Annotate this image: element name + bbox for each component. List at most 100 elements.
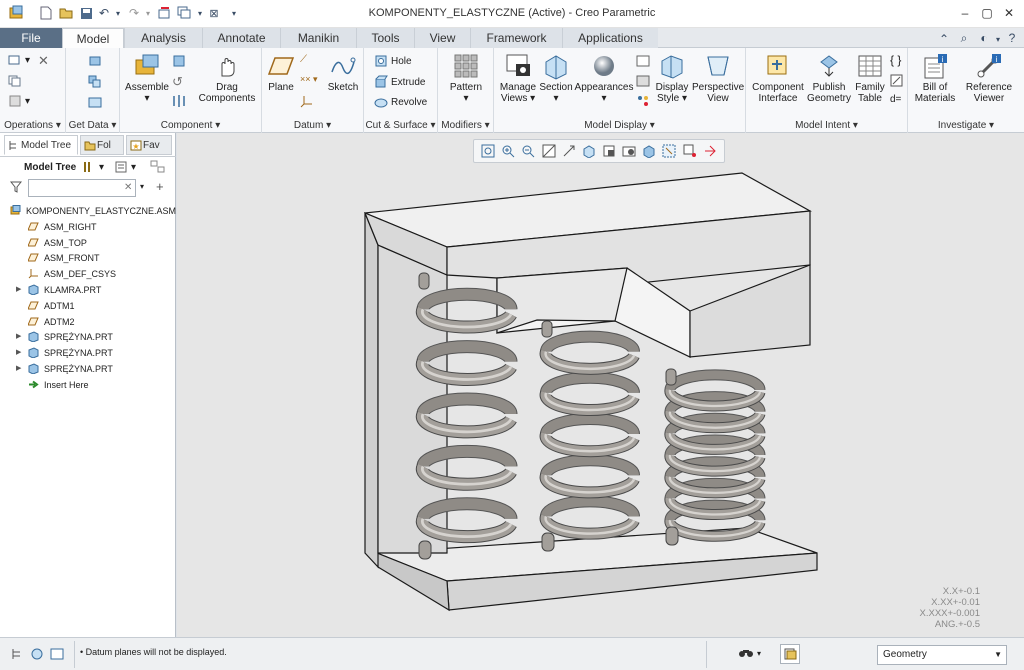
selection-filter-icon[interactable]: [780, 644, 800, 664]
tab-manikin[interactable]: Manikin: [280, 28, 356, 48]
copy-icon[interactable]: [8, 75, 22, 87]
section-button[interactable]: Section ▾: [538, 52, 574, 104]
svg-text:★: ★: [132, 142, 139, 151]
clear-search-icon[interactable]: ✕: [124, 182, 132, 193]
tree-search-input[interactable]: [28, 179, 136, 197]
tab-model-tree[interactable]: Model Tree: [4, 135, 78, 155]
tolerance-2: X.XX+-0.01: [931, 597, 980, 608]
group-label-cut-surface[interactable]: Cut & Surface ▾: [364, 120, 437, 131]
section-icon: [545, 55, 567, 80]
relations-icon[interactable]: { }: [890, 53, 901, 67]
tab-view[interactable]: View: [414, 28, 470, 48]
browser-icon[interactable]: [30, 647, 44, 661]
appearances-button[interactable]: Appearances ▾: [574, 52, 634, 104]
tab-annotate[interactable]: Annotate: [202, 28, 280, 48]
paste-icon[interactable]: ▾: [8, 95, 30, 107]
group-label-model-intent[interactable]: Model Intent ▾: [746, 120, 907, 131]
expand-arrow-icon[interactable]: ▶: [16, 361, 21, 377]
tree-filter-options-icon[interactable]: [150, 160, 166, 174]
assembly-model[interactable]: [177, 133, 1024, 637]
display-icon-1[interactable]: [636, 54, 650, 68]
show-navigator-icon[interactable]: [10, 647, 24, 661]
close-button[interactable]: ✕: [997, 4, 1021, 22]
graphics-viewport[interactable]: X.X+-0.1 X.XX+-0.01 X.XXX+-0.001 ANG.+-0…: [177, 133, 1024, 637]
regenerate-button[interactable]: ▾: [8, 54, 30, 66]
tab-framework[interactable]: Framework: [470, 28, 562, 48]
extrude-button[interactable]: Extrude: [374, 75, 425, 89]
tree-item-label: ASM_TOP: [44, 237, 87, 248]
create-component-icon[interactable]: [172, 54, 186, 68]
mirror-component-icon[interactable]: [172, 94, 186, 108]
help-icon[interactable]: ?: [1004, 30, 1020, 46]
reference-viewer-button[interactable]: i Reference Viewer: [960, 52, 1018, 104]
parameters-icon[interactable]: [890, 74, 903, 87]
sketch-button[interactable]: Sketch: [324, 52, 362, 93]
tab-favorites[interactable]: ★ Fav: [126, 135, 172, 155]
user-defined-feature-icon[interactable]: [88, 54, 102, 68]
tree-settings-button[interactable]: ▾: [82, 160, 104, 174]
copy-geometry-icon[interactable]: [88, 75, 102, 89]
display-style-button[interactable]: Display Style ▾: [652, 52, 692, 104]
tab-folder-browser[interactable]: Fol: [80, 135, 124, 155]
group-label-datum[interactable]: Datum ▾: [262, 120, 363, 131]
datum-point-icon[interactable]: ×× ▾: [300, 74, 318, 85]
ribbon-tabs: File Model Analysis Annotate Manikin Too…: [0, 28, 1024, 49]
search-dropdown-icon[interactable]: ▾: [140, 182, 144, 191]
pattern-icon: [454, 54, 478, 78]
drag-components-button[interactable]: Drag Components: [196, 52, 258, 104]
filter-funnel-icon[interactable]: [10, 181, 22, 193]
tab-tools[interactable]: Tools: [356, 28, 414, 48]
equation-icon[interactable]: d=: [890, 94, 901, 105]
family-table-button[interactable]: Family Table: [852, 52, 888, 104]
merge-inheritance-icon[interactable]: [88, 95, 102, 109]
group-label-get-data[interactable]: Get Data ▾: [66, 120, 119, 131]
component-interface-button[interactable]: Component Interface: [748, 52, 808, 104]
hole-button[interactable]: Hole: [374, 54, 412, 68]
search-icon[interactable]: ⌕: [956, 30, 972, 46]
full-screen-icon[interactable]: [50, 647, 64, 661]
assemble-button[interactable]: Assemble ▾: [124, 52, 170, 104]
minimize-button[interactable]: –: [953, 4, 977, 22]
spring[interactable]: [539, 320, 640, 552]
ribbon: ▾ ✕ ▾ Operations ▾ Get Data ▾ Assemble ▾ …: [0, 48, 1024, 133]
group-model-display: Manage Views ▾ Section ▾ Appearances ▾ Disp…: [494, 48, 746, 133]
publish-geometry-button[interactable]: Publish Geometry: [806, 52, 852, 104]
pattern-button[interactable]: Pattern ▾: [442, 52, 490, 104]
tolerance-3: X.XXX+-0.001: [919, 608, 980, 619]
bill-of-materials-icon: i: [924, 54, 947, 79]
expand-arrow-icon[interactable]: ▶: [16, 282, 21, 298]
tree-columns-button[interactable]: ▾: [114, 160, 136, 174]
datum-axis-icon[interactable]: ⟋: [300, 54, 307, 65]
perspective-view-button[interactable]: Perspective View: [692, 52, 744, 104]
bill-of-materials-button[interactable]: i Bill of Materials: [910, 52, 960, 104]
group-label-model-display[interactable]: Model Display ▾: [494, 120, 745, 131]
revolve-button[interactable]: Revolve: [374, 95, 427, 109]
group-label-modifiers[interactable]: Modifiers ▾: [438, 120, 493, 131]
tab-analysis[interactable]: Analysis: [124, 28, 202, 48]
expand-arrow-icon[interactable]: ▶: [16, 329, 21, 345]
tab-model[interactable]: Model: [62, 28, 124, 49]
svg-text:i: i: [996, 55, 998, 64]
display-icon-2[interactable]: [636, 74, 650, 88]
repeat-icon[interactable]: ↺: [172, 74, 183, 90]
minimize-ribbon-icon[interactable]: ⌃: [936, 31, 952, 47]
manage-views-button[interactable]: Manage Views ▾: [498, 52, 538, 104]
family-table-icon: [858, 55, 882, 77]
coordinate-system-icon[interactable]: [300, 94, 314, 108]
display-icon-3[interactable]: [636, 94, 650, 108]
find-icon[interactable]: ▾: [738, 646, 761, 660]
tree-item-label: ASM_FRONT: [44, 253, 100, 264]
spring[interactable]: [664, 368, 766, 546]
expand-arrow-icon[interactable]: ▶: [16, 345, 21, 361]
maximize-button[interactable]: ▢: [975, 4, 999, 22]
selection-filter-dropdown[interactable]: Geometry ▼: [877, 645, 1007, 665]
add-filter-icon[interactable]: +: [156, 179, 164, 194]
group-label-component[interactable]: Component ▾: [120, 120, 261, 131]
perspective-view-icon: [707, 56, 729, 76]
delete-icon[interactable]: ✕: [38, 53, 49, 69]
plane-button[interactable]: Plane: [264, 52, 298, 93]
tab-file[interactable]: File: [0, 28, 62, 48]
group-label-operations[interactable]: Operations ▾: [0, 120, 65, 131]
tab-applications[interactable]: Applications: [562, 28, 658, 48]
group-label-investigate[interactable]: Investigate ▾: [908, 120, 1024, 131]
